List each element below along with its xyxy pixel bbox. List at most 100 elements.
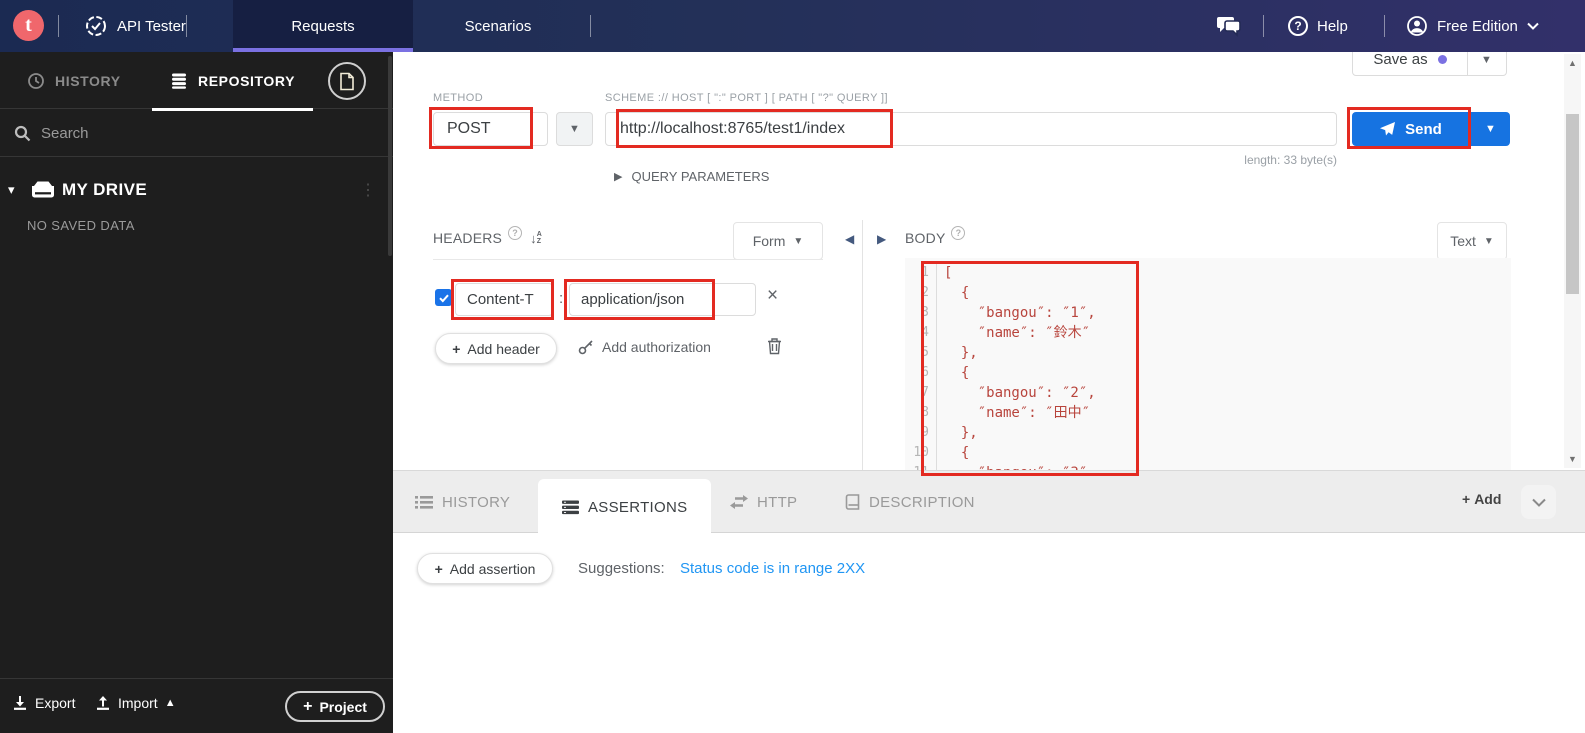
feedback-chat-button[interactable] — [1216, 0, 1242, 52]
sidebar-tab-history[interactable]: HISTORY — [27, 52, 121, 109]
new-document-button[interactable] — [328, 62, 366, 100]
scrollbar-thumb[interactable] — [1566, 114, 1579, 294]
sidebar-footer: Export Import ▲ + Project — [0, 678, 393, 733]
add-header-button[interactable]: + Add header — [435, 333, 557, 364]
tab-requests[interactable]: Requests — [233, 0, 413, 52]
my-drive-row[interactable]: ▾ MY DRIVE ⋮ — [0, 170, 393, 210]
add-assertion-button[interactable]: + Add assertion — [417, 553, 553, 584]
code-text: ″bangou″: ″2″, — [944, 385, 1096, 401]
scroll-up-icon[interactable]: ▲ — [1564, 58, 1581, 68]
app-title: API Tester — [84, 0, 186, 52]
sort-az-icon[interactable]: ↓ A Z — [530, 231, 542, 246]
remove-header-icon[interactable]: × — [767, 286, 778, 305]
save-as-label: Save as — [1373, 52, 1428, 68]
key-icon — [578, 339, 594, 355]
url-input[interactable] — [605, 112, 1337, 146]
line-number: 11 — [905, 463, 937, 470]
method-label: METHOD — [433, 92, 484, 104]
no-saved-data-label: NO SAVED DATA — [27, 218, 135, 233]
import-button[interactable]: Import ▲ — [95, 695, 176, 711]
query-parameters-toggle[interactable]: ▶ QUERY PARAMETERS — [614, 169, 769, 184]
code-line: 6 { — [905, 363, 1511, 383]
kebab-menu-icon[interactable]: ⋮ — [360, 180, 376, 200]
header-enabled-checkbox[interactable] — [435, 289, 452, 306]
upload-icon — [95, 695, 111, 711]
send-plane-icon — [1379, 121, 1396, 137]
tab-assertions[interactable]: ASSERTIONS — [538, 479, 712, 535]
code-text: { — [944, 445, 970, 461]
headers-mode-select[interactable]: Form ▼ — [733, 222, 823, 260]
line-number: 2 — [905, 283, 937, 303]
help-question-icon: ? — [1288, 16, 1308, 36]
header-colon: : — [559, 290, 564, 307]
line-number: 7 — [905, 383, 937, 403]
query-parameters-label: QUERY PARAMETERS — [631, 169, 770, 184]
response-assertions-panel: HISTORY ASSERTIONS HTTP DESCRIPTION + Ad… — [393, 470, 1585, 733]
logo-letter: t — [25, 14, 32, 36]
add-panel-button[interactable]: + Add — [1462, 491, 1501, 507]
send-dropdown-button[interactable]: ▼ — [1471, 112, 1510, 146]
code-text: }, — [944, 345, 978, 361]
tab-scenarios-label: Scenarios — [464, 17, 532, 35]
code-line: 4 ″name″: ″鈴木″ — [905, 323, 1511, 343]
suggestion-link[interactable]: Status code is in range 2XX — [680, 560, 865, 577]
method-value: POST — [447, 120, 491, 137]
search-input[interactable] — [41, 124, 341, 142]
line-number: 10 — [905, 443, 937, 463]
scroll-down-icon[interactable]: ▼ — [1564, 454, 1581, 464]
body-mode-value: Text — [1450, 233, 1476, 249]
triangle-right-icon: ▶ — [614, 171, 623, 183]
main-scrollbar[interactable]: ▲ ▼ — [1564, 54, 1581, 468]
trash-icon[interactable] — [767, 337, 782, 355]
tab-requests-label: Requests — [291, 17, 355, 35]
tab-http-label: HTTP — [757, 493, 798, 511]
headers-help-icon[interactable]: ? — [508, 226, 523, 240]
method-select[interactable]: POST — [433, 112, 548, 146]
sidebar-scrollbar[interactable] — [388, 56, 392, 256]
nav-divider — [58, 15, 59, 37]
header-name-input[interactable] — [455, 283, 553, 316]
line-number: 9 — [905, 423, 937, 443]
caret-down-icon[interactable]: ▾ — [8, 182, 15, 198]
save-as-dropdown-button[interactable]: ▼ — [1467, 52, 1507, 76]
account-menu[interactable]: Free Edition — [1406, 0, 1539, 52]
body-code-editor[interactable]: 1[ 2 { 3 ″bangou″: ″1″, 4 ″name″: ″鈴木″ 5… — [905, 258, 1511, 470]
user-icon — [1406, 15, 1428, 37]
expand-body-icon[interactable]: ▶ — [877, 232, 886, 246]
help-button[interactable]: ? Help — [1288, 0, 1348, 52]
send-label: Send — [1405, 120, 1442, 138]
save-as-button[interactable]: Save as — [1352, 52, 1468, 76]
body-help-icon[interactable]: ? — [951, 226, 966, 240]
edition-label: Free Edition — [1437, 17, 1518, 35]
code-text: { — [944, 365, 970, 381]
tab-description[interactable]: DESCRIPTION — [845, 471, 975, 533]
top-navbar: t API Tester Requests Scenarios ? Help F… — [0, 0, 1585, 52]
caret-up-icon: ▲ — [164, 697, 176, 709]
header-value-input[interactable] — [569, 283, 756, 316]
collapse-panel-button[interactable] — [1521, 485, 1556, 519]
plus-icon: + — [434, 560, 443, 577]
send-button[interactable]: Send — [1352, 112, 1469, 146]
sidebar-search-row — [0, 110, 393, 157]
code-line: 3 ″bangou″: ″1″, — [905, 303, 1511, 323]
code-text: [ — [944, 265, 953, 281]
tab-scenarios[interactable]: Scenarios — [452, 0, 544, 52]
app-name-label: API Tester — [117, 17, 186, 35]
project-label: Project — [319, 698, 367, 715]
body-title-label: BODY — [905, 230, 946, 246]
method-dropdown-button[interactable]: ▼ — [556, 112, 593, 146]
code-text: { — [944, 285, 970, 301]
talend-logo[interactable]: t — [13, 10, 44, 41]
collapse-headers-icon[interactable]: ◀ — [845, 232, 854, 246]
tab-http[interactable]: HTTP — [730, 471, 797, 533]
sidebar-tab-repository[interactable]: REPOSITORY — [151, 52, 314, 111]
suggestions-label: Suggestions: — [578, 560, 665, 577]
bottom-tabbar: HISTORY ASSERTIONS HTTP DESCRIPTION + Ad… — [393, 471, 1585, 535]
add-authorization-button[interactable]: Add authorization — [578, 339, 711, 355]
code-line: 1[ — [905, 263, 1511, 283]
headers-mode-value: Form — [752, 233, 786, 249]
export-button[interactable]: Export — [12, 695, 75, 711]
body-mode-select[interactable]: Text ▼ — [1437, 222, 1507, 260]
tab-history-bottom[interactable]: HISTORY — [415, 471, 510, 533]
add-project-button[interactable]: + Project — [285, 691, 385, 722]
